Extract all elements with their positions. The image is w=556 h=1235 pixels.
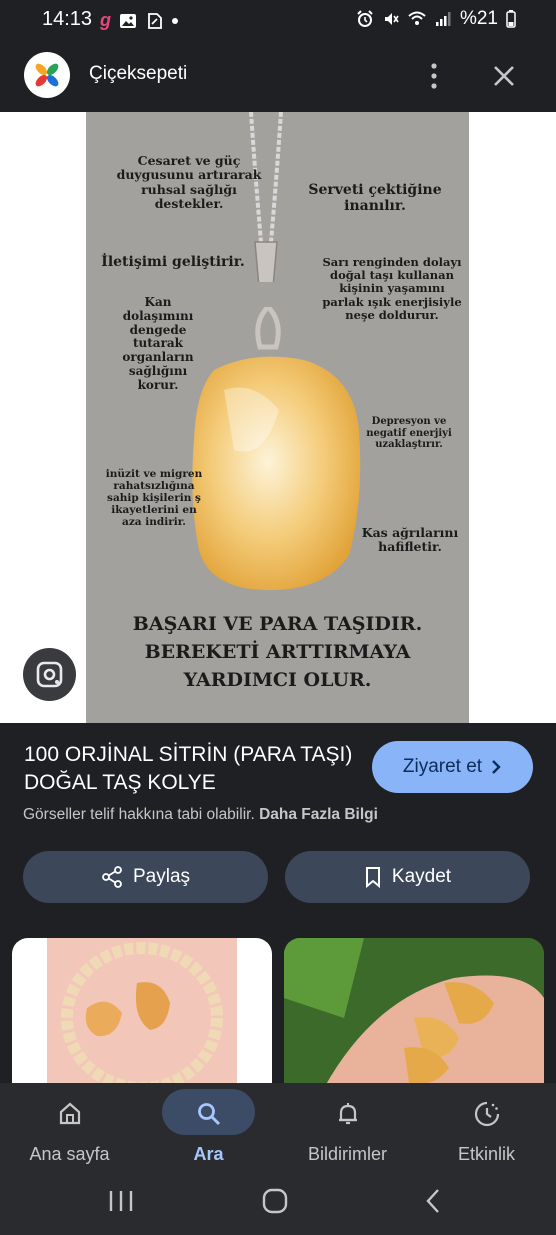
product-image: Cesaret ve güç duygusunu artırarak ruhsa… xyxy=(86,112,469,723)
back-icon xyxy=(426,1189,439,1213)
nav-label-search: Ara xyxy=(193,1144,224,1164)
citrine-stone-graphic xyxy=(192,356,361,591)
gallery-icon xyxy=(120,13,136,28)
signal-icon xyxy=(435,12,451,26)
visit-button[interactable]: Ziyaret et xyxy=(372,741,533,793)
bottom-navigation: Ana sayfa Ara Bildirimler Etkinlik xyxy=(0,1083,556,1178)
related-image-2[interactable] xyxy=(284,938,544,1088)
lens-icon xyxy=(36,661,63,688)
poster-text-left-4: inüzit ve migren rahatsızlığına sahip ki… xyxy=(105,468,203,529)
poster-text-left-1: Cesaret ve güç duygusunu artırarak ruhsa… xyxy=(116,153,262,212)
product-title[interactable]: 100 ORJİNAL SİTRİN (PARA TAŞI) DOĞAL TAŞ… xyxy=(24,741,354,797)
share-icon xyxy=(102,866,122,888)
citrine-pendants-photo xyxy=(284,938,544,1088)
status-left-icons: g xyxy=(100,10,179,31)
poster-bottom-line-3: YARDIMCI OLUR. xyxy=(183,669,372,691)
notes-icon xyxy=(148,12,162,29)
home-circle-icon xyxy=(262,1188,288,1214)
google-lens-button[interactable] xyxy=(23,648,76,701)
poster-text-left-3: Kan dolaşımını dengede tutarak organları… xyxy=(122,295,194,392)
related-image-1[interactable] xyxy=(12,938,272,1088)
save-label: Kaydet xyxy=(391,866,452,887)
flower-logo-icon xyxy=(35,63,59,87)
poster-text-left-2: İletişimi geliştirir. xyxy=(101,254,245,270)
poster-bottom-line-2: BEREKETİ ARTTIRMAYA xyxy=(144,641,411,663)
poster-text-right-1: Serveti çektiğine inanılır. xyxy=(308,182,442,215)
alarm-icon xyxy=(357,10,373,27)
nav-label-home: Ana sayfa xyxy=(29,1144,110,1164)
poster-text-right-4: Kas ağrılarını hafifletir. xyxy=(361,525,459,555)
more-info-link[interactable]: Daha Fazla Bilgi xyxy=(259,806,378,823)
battery-icon xyxy=(506,10,516,28)
status-bar: 14:13 g %21 xyxy=(0,0,556,40)
battery-percent: %21 xyxy=(459,8,498,29)
app-header: Çiçeksepeti xyxy=(0,40,556,112)
recent-apps-button[interactable] xyxy=(104,1186,138,1216)
chevron-right-icon xyxy=(492,760,501,774)
share-button[interactable]: Paylaş xyxy=(23,851,268,903)
close-button[interactable] xyxy=(486,58,522,94)
screen: 14:13 g %21 Çiçeksepeti Cesaret ve güç d… xyxy=(0,0,556,1235)
recent-apps-icon xyxy=(109,1191,133,1211)
app-logo xyxy=(24,52,70,98)
bell-icon xyxy=(338,1103,357,1125)
poster-bottom-line-1: BAŞARI VE PARA TAŞIDIR. xyxy=(132,613,423,635)
copyright-text: Görseller telif hakkına tabi olabilir. xyxy=(23,806,255,823)
visit-button-label: Ziyaret et xyxy=(402,756,483,777)
nav-item-home[interactable]: Ana sayfa xyxy=(0,1083,139,1178)
image-viewer[interactable]: Cesaret ve güç duygusunu artırarak ruhsa… xyxy=(0,112,556,723)
nav-label-activity: Etkinlik xyxy=(457,1144,515,1164)
nav-item-search[interactable]: Ara xyxy=(139,1083,278,1178)
status-time: 14:13 xyxy=(42,8,93,30)
close-icon xyxy=(494,66,514,86)
share-label: Paylaş xyxy=(132,866,191,887)
home-button[interactable] xyxy=(258,1186,292,1216)
wifi-icon xyxy=(408,11,426,25)
activity-icon xyxy=(474,1101,499,1127)
dot-icon xyxy=(172,17,178,24)
more-options-button[interactable] xyxy=(418,58,450,94)
save-button[interactable]: Kaydet xyxy=(285,851,530,903)
poster-text-right-3: Depresyon ve negatif enerjiyi uzaklaştır… xyxy=(366,416,452,450)
back-button[interactable] xyxy=(416,1186,450,1216)
more-vert-icon xyxy=(431,63,437,89)
status-right: %21 xyxy=(356,8,516,30)
copyright-notice: Görseller telif hakkına tabi olabilir. D… xyxy=(23,806,378,824)
bookmark-icon xyxy=(365,867,380,888)
nav-item-activity[interactable]: Etkinlik xyxy=(417,1083,556,1178)
nav-item-notifications[interactable]: Bildirimler xyxy=(278,1083,417,1178)
app-title: Çiçeksepeti xyxy=(89,63,188,84)
nav-label-notifications: Bildirimler xyxy=(307,1144,387,1164)
g-app-icon: g xyxy=(100,10,111,30)
poster-text-right-2: Sarı renginden dolayı doğal taşı kullana… xyxy=(322,255,462,322)
home-icon xyxy=(59,1102,80,1125)
system-navigation-bar xyxy=(0,1178,556,1235)
search-icon xyxy=(197,1103,220,1126)
citrine-bracelet-photo xyxy=(47,938,237,1088)
mute-icon xyxy=(384,13,399,25)
